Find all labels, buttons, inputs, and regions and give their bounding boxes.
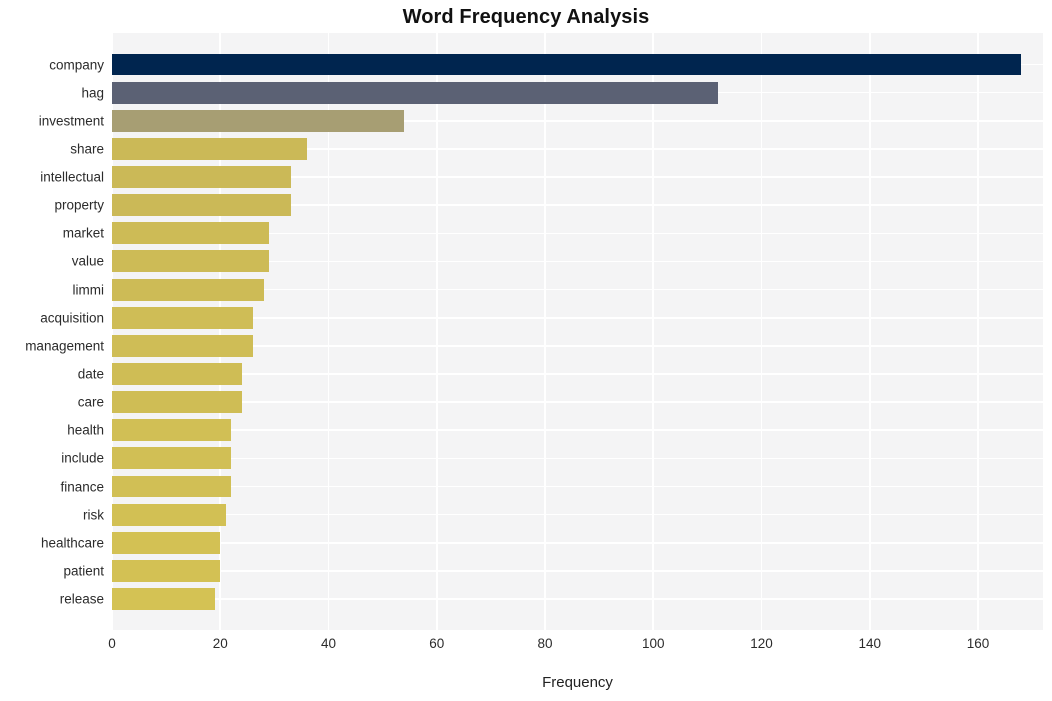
- bar-row: [112, 363, 1043, 385]
- bar-value[interactable]: [112, 250, 269, 273]
- bar-row: [112, 194, 1043, 217]
- bar-date[interactable]: [112, 363, 242, 385]
- y-tick-label-investment: investment: [38, 113, 104, 129]
- bar-acquisition[interactable]: [112, 306, 253, 329]
- y-tick-label-value: value: [71, 253, 104, 269]
- bar-intellectual[interactable]: [112, 166, 291, 188]
- x-tick-label-140: 140: [858, 636, 882, 651]
- y-tick-label-risk: risk: [83, 507, 104, 523]
- bar-row: [112, 559, 1043, 582]
- bar-row: [112, 531, 1043, 554]
- bar-hag[interactable]: [112, 81, 719, 104]
- y-axis: company hag investment share intellectual pro…: [0, 33, 104, 630]
- bar-healthcare[interactable]: [112, 531, 221, 554]
- x-tick-label-120: 120: [750, 636, 773, 651]
- y-tick-label-market: market: [62, 225, 104, 241]
- y-tick-label-health: health: [67, 422, 104, 438]
- x-axis-title: Frequency: [542, 674, 613, 691]
- bar-management[interactable]: [112, 334, 253, 357]
- y-tick-label-acquisition: acquisition: [40, 310, 104, 326]
- bar-row: [112, 391, 1043, 414]
- y-tick-label-finance: finance: [60, 479, 104, 495]
- y-tick-label-healthcare: healthcare: [40, 535, 104, 551]
- bar-limmi[interactable]: [112, 278, 264, 301]
- bar-row: [112, 278, 1043, 301]
- x-tick-label-20: 20: [212, 636, 228, 651]
- bar-patient[interactable]: [112, 559, 221, 582]
- y-tick-label-date: date: [77, 366, 104, 382]
- bar-property[interactable]: [112, 194, 291, 217]
- plot-area: [111, 33, 1043, 630]
- bar-health[interactable]: [112, 419, 232, 442]
- x-axis: 0 20 40 60 80 100 120 140 160: [0, 636, 1052, 658]
- bar-row: [112, 447, 1043, 470]
- bar-market[interactable]: [112, 222, 269, 245]
- bar-finance[interactable]: [112, 475, 232, 498]
- bar-share[interactable]: [112, 137, 307, 160]
- bar-row: [112, 306, 1043, 329]
- bar-row: [112, 137, 1043, 160]
- bar-release[interactable]: [112, 588, 215, 611]
- chart-figure: Word Frequency Analysis company hag invest…: [0, 0, 1052, 701]
- chart-title: Word Frequency Analysis: [402, 6, 650, 28]
- bar-row: [112, 334, 1043, 357]
- y-tick-label-release: release: [59, 591, 104, 607]
- x-tick-label-160: 160: [966, 636, 990, 651]
- bar-row: [112, 222, 1043, 245]
- x-tick-label-100: 100: [642, 636, 665, 651]
- bar-row: [112, 250, 1043, 273]
- bar-row: [112, 81, 1043, 104]
- bar-risk[interactable]: [112, 503, 226, 526]
- bar-row: [112, 475, 1043, 498]
- x-tick-label-80: 80: [537, 636, 553, 651]
- y-tick-label-company: company: [49, 57, 104, 72]
- bar-include[interactable]: [112, 447, 232, 470]
- bar-row: [112, 53, 1043, 76]
- y-tick-label-limmi: limmi: [72, 282, 105, 298]
- bar-row: [112, 166, 1043, 188]
- x-tick-label-0: 0: [108, 636, 116, 651]
- y-tick-label-intellectual: intellectual: [40, 169, 104, 185]
- bars-layer: [112, 33, 1043, 630]
- y-tick-label-hag: hag: [81, 85, 104, 101]
- bar-row: [112, 109, 1043, 132]
- y-tick-label-include: include: [61, 450, 104, 466]
- bar-row: [112, 503, 1043, 526]
- y-tick-label-patient: patient: [63, 563, 104, 579]
- y-tick-label-property: property: [54, 197, 104, 213]
- y-tick-label-management: management: [25, 338, 104, 354]
- bar-care[interactable]: [112, 391, 242, 414]
- y-tick-label-care: care: [77, 394, 104, 410]
- bar-row: [112, 588, 1043, 611]
- x-tick-label-60: 60: [429, 636, 445, 651]
- bar-row: [112, 419, 1043, 442]
- x-tick-label-40: 40: [320, 636, 337, 651]
- bar-investment[interactable]: [112, 109, 405, 132]
- bar-company[interactable]: [112, 53, 1022, 76]
- y-tick-label-share: share: [70, 141, 104, 157]
